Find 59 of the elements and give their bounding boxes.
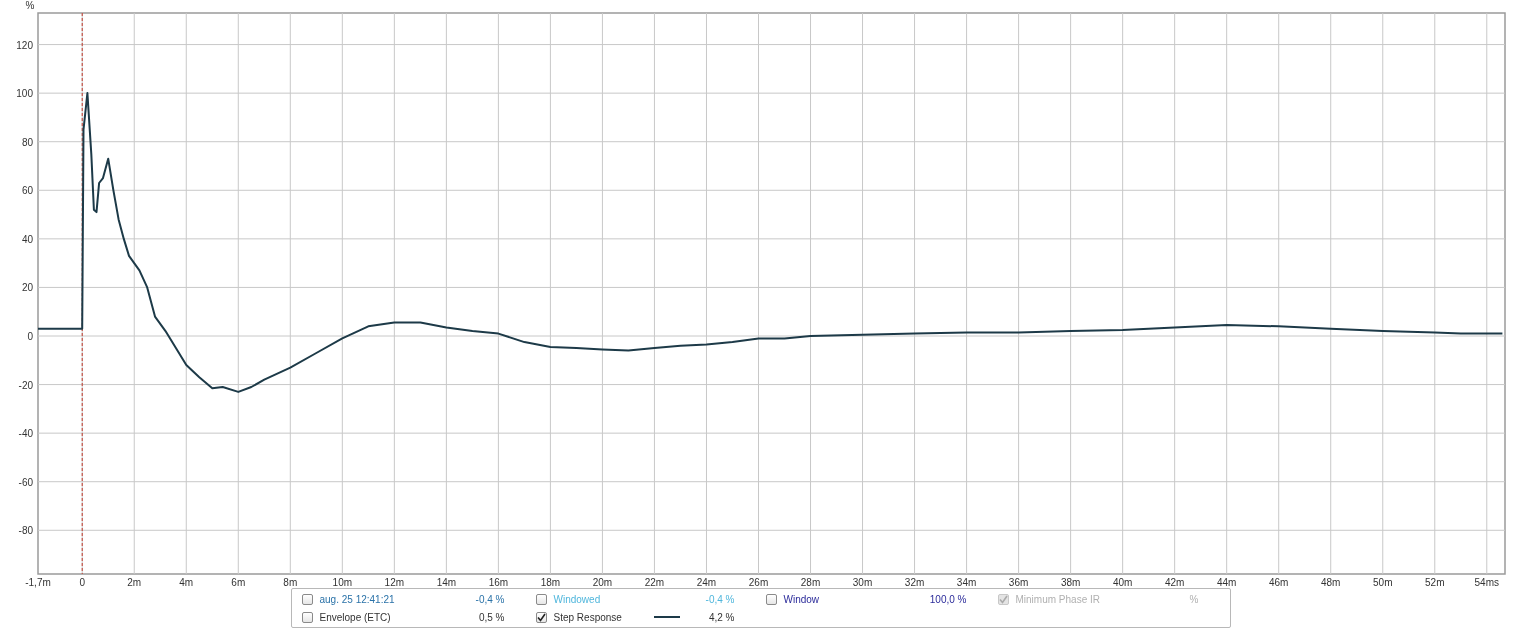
checkbox[interactable] bbox=[301, 593, 313, 605]
axis-tick-label: 2m bbox=[127, 577, 142, 588]
axis-tick-label: 46m bbox=[1269, 577, 1289, 588]
axis-tick-label: 6m bbox=[231, 577, 246, 588]
legend-label: Window bbox=[783, 593, 820, 605]
axis-tick-label: 14m bbox=[436, 577, 457, 588]
axis-tick-label: 42m bbox=[1164, 577, 1185, 588]
axis-tick-label: 44m bbox=[1216, 577, 1237, 588]
legend-label: Envelope (ETC) bbox=[319, 611, 391, 623]
axis-tick-label: 34m bbox=[956, 577, 977, 588]
checkbox[interactable] bbox=[535, 593, 547, 605]
axis-tick-label: -60 bbox=[18, 476, 33, 488]
legend-value: -0,4 % bbox=[705, 593, 735, 605]
axis-tick-label: 52m bbox=[1425, 577, 1445, 588]
axis-tick-label: 60 bbox=[21, 185, 33, 197]
axis-tick-label: 30m bbox=[852, 577, 873, 588]
axis-tick-label: 120 bbox=[16, 39, 33, 51]
legend-label: Minimum Phase IR bbox=[1015, 593, 1100, 605]
legend-label: aug. 25 12:41:21 bbox=[319, 593, 395, 605]
axis-tick-label: 18m bbox=[540, 577, 561, 588]
axis-tick-label: 40 bbox=[21, 233, 33, 245]
checkbox[interactable] bbox=[301, 611, 313, 623]
axis-tick-label: 28m bbox=[800, 577, 821, 588]
checkbox[interactable] bbox=[535, 611, 547, 623]
line-swatch-icon bbox=[653, 616, 680, 618]
legend-value: 4,2 % bbox=[708, 611, 735, 623]
axis-tick-label: 48m bbox=[1321, 577, 1341, 588]
legend-value: % bbox=[1189, 593, 1199, 605]
axis-tick-label: 32m bbox=[904, 577, 925, 588]
axis-tick-label: -20 bbox=[18, 379, 33, 391]
legend-label: Windowed bbox=[553, 593, 601, 605]
legend-value: 100,0 % bbox=[929, 593, 967, 605]
axis-unit-label: % bbox=[25, 0, 35, 11]
axis-tick-label: 0 bbox=[27, 331, 33, 342]
legend-label: Step Response bbox=[553, 611, 622, 623]
axis-tick-label: 80 bbox=[21, 136, 33, 148]
axis-tick-label: 38m bbox=[1060, 577, 1081, 588]
axis-tick-label: 36m bbox=[1008, 577, 1029, 588]
axis-tick-label: 12m bbox=[384, 577, 405, 588]
axis-tick-label: 8m bbox=[283, 577, 298, 588]
axis-tick-label: -80 bbox=[18, 525, 33, 537]
legend-value: -0,4 % bbox=[475, 593, 505, 605]
axis-tick-label: 20 bbox=[21, 282, 33, 294]
axis-tick-label: 40m bbox=[1112, 577, 1133, 588]
axis-tick-label: 24m bbox=[696, 577, 717, 588]
axis-tick-label: 26m bbox=[748, 577, 769, 588]
axis-tick-label: 4m bbox=[179, 577, 194, 588]
axis-tick-label: 100 bbox=[16, 88, 33, 100]
axis-tick-label: 22m bbox=[644, 577, 665, 588]
axis-tick-label: 50m bbox=[1373, 577, 1393, 588]
axis-tick-label: -40 bbox=[18, 428, 33, 440]
axis-tick-label: 54ms bbox=[1474, 577, 1499, 588]
checkbox[interactable] bbox=[765, 593, 777, 605]
axis-tick-label: 20m bbox=[592, 577, 613, 588]
axis-tick-label: 10m bbox=[332, 577, 353, 588]
axis-tick-label: 0 bbox=[79, 577, 85, 588]
axis-tick-label: 16m bbox=[488, 577, 509, 588]
axis-tick-label: -1,7m bbox=[25, 577, 51, 588]
legend-value: 0,5 % bbox=[478, 611, 505, 623]
